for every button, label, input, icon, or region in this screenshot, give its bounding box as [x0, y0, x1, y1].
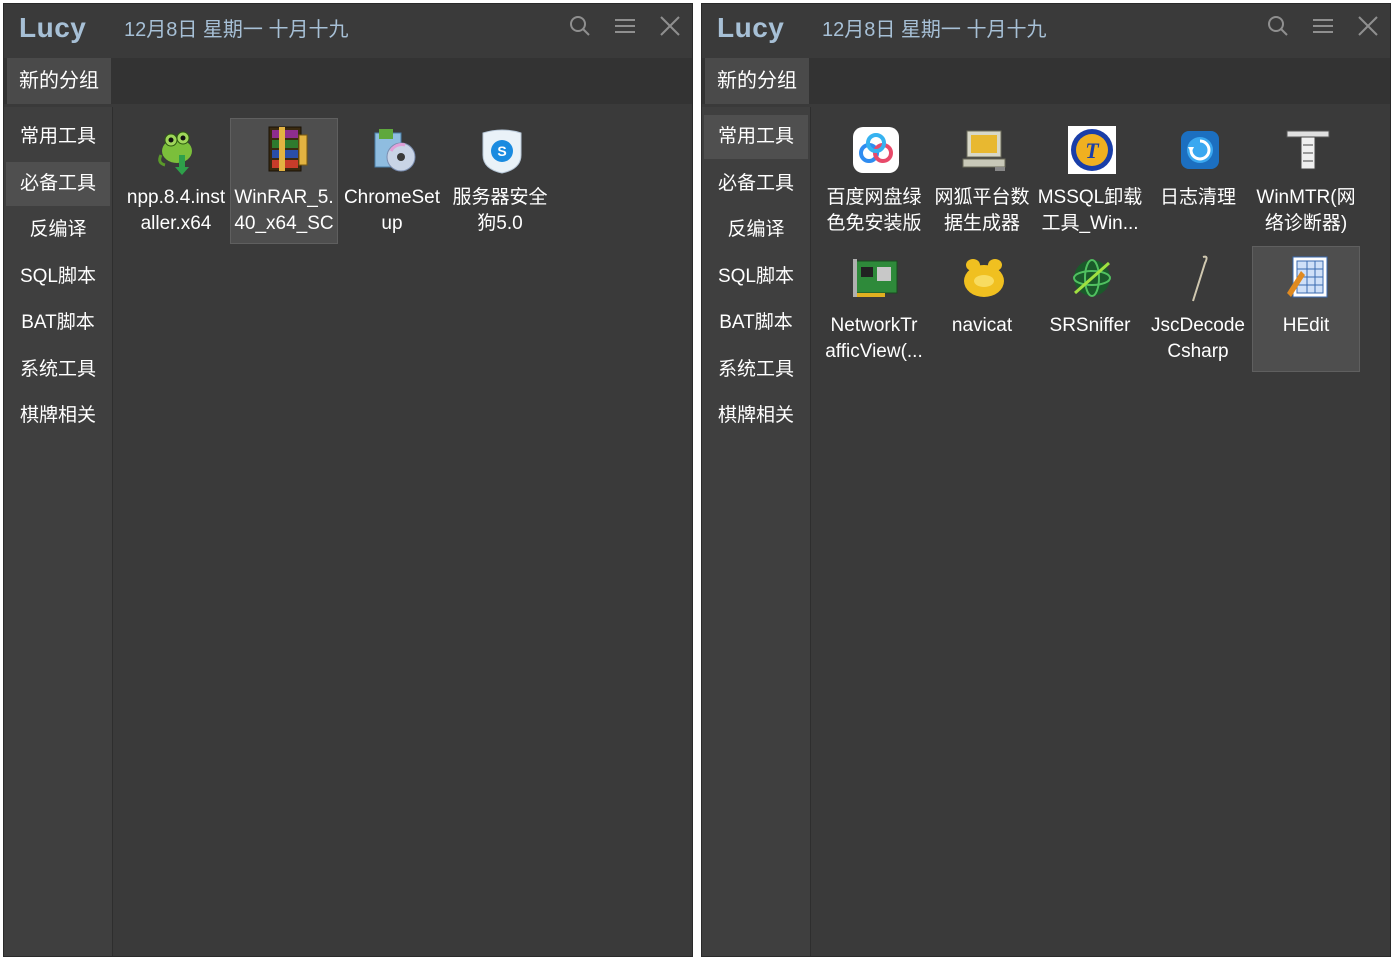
sidebar-item-sql-scripts[interactable]: SQL脚本	[704, 255, 808, 299]
app-label: 服务器安全 狗5.0	[452, 187, 548, 234]
app-label: JscDecode Csharp	[1151, 315, 1245, 362]
sidebar-item-common-tools[interactable]: 常用工具	[704, 115, 808, 159]
app-tile-networktrafficview[interactable]: NetworkTr afficView(...	[820, 246, 928, 372]
menu-icon[interactable]	[1311, 14, 1335, 38]
group-tab-bar: 新的分组	[4, 58, 692, 104]
group-tab-bar: 新的分组	[702, 58, 1390, 104]
app-label: WinMTR(网 络诊断器)	[1256, 187, 1356, 234]
sidebar-item-bat-scripts[interactable]: BAT脚本	[6, 301, 110, 345]
app-tile-jscdecode[interactable]: JscDecode Csharp	[1144, 246, 1252, 372]
app-label: 网狐平台数 据生成器	[934, 187, 1030, 234]
network-card-icon	[853, 259, 898, 297]
close-icon[interactable]	[1356, 14, 1380, 38]
app-tile-winmtr[interactable]: WinMTR(网 络诊断器)	[1252, 118, 1360, 244]
launcher-window-left: Lucy 12月8日 星期一 十月十九 新的分组 常用工具 必备工具 反编译 S…	[3, 3, 693, 957]
app-tile-mssql-uninstall[interactable]: T MSSQL卸载 工具_Win...	[1036, 118, 1144, 244]
sidebar-item-sql-scripts[interactable]: SQL脚本	[6, 255, 110, 299]
app-tile-winrar[interactable]: WinRAR_5. 40_x64_SC	[230, 118, 338, 244]
sidebar-item-system-tools[interactable]: 系统工具	[704, 348, 808, 392]
category-sidebar: 常用工具 必备工具 反编译 SQL脚本 BAT脚本 系统工具 棋牌相关	[702, 107, 811, 956]
sidebar-item-bat-scripts[interactable]: BAT脚本	[704, 301, 808, 345]
app-label: 百度网盘绿 色免安装版	[826, 187, 922, 234]
app-tile-npp[interactable]: npp.8.4.inst aller.x64	[122, 118, 230, 244]
sidebar-item-common-tools[interactable]: 常用工具	[6, 115, 110, 159]
title-bar: Lucy 12月8日 星期一 十月十九	[4, 4, 692, 54]
sidebar-item-decompile[interactable]: 反编译	[6, 208, 110, 252]
category-sidebar: 常用工具 必备工具 反编译 SQL脚本 BAT脚本 系统工具 棋牌相关	[4, 107, 113, 956]
network-tower-icon	[1286, 130, 1330, 170]
computer-monitor-icon	[962, 130, 1006, 171]
srsniffer-globe-icon	[1073, 259, 1111, 297]
sidebar-item-decompile[interactable]: 反编译	[704, 208, 808, 252]
hex-editor-icon	[1287, 256, 1328, 298]
app-tile-log-cleaner[interactable]: 日志清理	[1144, 118, 1252, 244]
app-tile-navicat[interactable]: navicat	[928, 246, 1036, 372]
baidu-netdisk-cloud-icon	[853, 127, 899, 173]
mssql-uninstall-logo-icon: T	[1068, 126, 1116, 174]
app-label: WinRAR_5. 40_x64_SC	[234, 187, 334, 234]
search-icon[interactable]	[568, 14, 592, 38]
hook-icon	[1192, 255, 1208, 302]
date-display: 12月8日 星期一 十月十九	[822, 19, 1047, 41]
menu-icon[interactable]	[613, 14, 637, 38]
app-tile-hedit[interactable]: HEdit	[1252, 246, 1360, 372]
app-label: HEdit	[1282, 315, 1330, 336]
app-label: MSSQL卸载 工具_Win...	[1037, 187, 1143, 234]
sidebar-item-chess-card[interactable]: 棋牌相关	[704, 394, 808, 438]
svg-text:T: T	[1085, 138, 1100, 163]
app-title: Lucy	[717, 12, 785, 43]
app-grid: npp.8.4.inst aller.x64 WinRAR_5. 40_x64_…	[113, 107, 692, 956]
app-label: 日志清理	[1159, 187, 1236, 208]
svg-text:S: S	[497, 143, 506, 159]
app-tile-baidu-netdisk[interactable]: 百度网盘绿 色免安装版	[820, 118, 928, 244]
app-tile-chromesetup[interactable]: ChromeSet up	[338, 118, 446, 244]
date-display: 12月8日 星期一 十月十九	[124, 19, 349, 41]
app-title: Lucy	[19, 12, 87, 43]
app-label: npp.8.4.inst aller.x64	[126, 187, 226, 234]
app-tile-safedog[interactable]: S 服务器安全 狗5.0	[446, 118, 554, 244]
title-bar: Lucy 12月8日 星期一 十月十九	[702, 4, 1390, 54]
sidebar-item-essential-tools[interactable]: 必备工具	[704, 162, 808, 206]
app-label: SRSniffer	[1049, 315, 1131, 336]
app-tile-srsniffer[interactable]: SRSniffer	[1036, 246, 1144, 372]
sidebar-item-chess-card[interactable]: 棋牌相关	[6, 394, 110, 438]
close-icon[interactable]	[658, 14, 682, 38]
tab-new-group[interactable]: 新的分组	[7, 58, 111, 104]
installer-cd-icon	[374, 129, 416, 172]
search-icon[interactable]	[1266, 14, 1290, 38]
sidebar-item-essential-tools[interactable]: 必备工具	[6, 162, 110, 206]
app-label: ChromeSet up	[343, 187, 441, 234]
launcher-window-right: Lucy 12月8日 星期一 十月十九 新的分组 常用工具 必备工具 反编译 S…	[701, 3, 1391, 957]
notepad-plus-plus-chameleon-icon	[158, 131, 192, 175]
safedog-shield-icon: S	[482, 129, 522, 174]
app-grid: 百度网盘绿 色免安装版 网狐平台数 据生成器 T MSSQL卸载 工具_Win.…	[811, 107, 1390, 956]
navicat-icon	[964, 259, 1004, 297]
app-label: NetworkTr afficView(...	[825, 315, 923, 362]
winrar-books-icon	[268, 126, 308, 172]
sidebar-item-system-tools[interactable]: 系统工具	[6, 348, 110, 392]
tab-new-group[interactable]: 新的分组	[705, 58, 809, 104]
log-cleaner-icon	[1181, 131, 1219, 169]
app-label: navicat	[951, 315, 1013, 336]
app-tile-wanghu-data[interactable]: 网狐平台数 据生成器	[928, 118, 1036, 244]
